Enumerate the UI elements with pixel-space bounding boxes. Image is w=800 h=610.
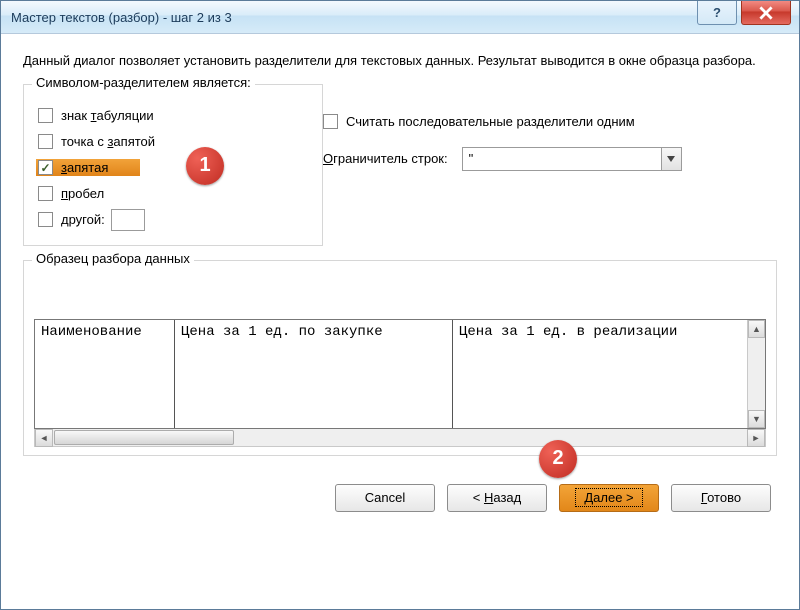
scroll-up-icon: ▲	[748, 320, 765, 338]
scroll-left-icon: ◄	[35, 429, 53, 447]
chevron-down-icon	[661, 148, 681, 170]
horizontal-scrollbar[interactable]: ◄ ►	[34, 429, 766, 447]
preview-group: Образец разбора данных Наименование Цена…	[23, 260, 777, 456]
dialog-window: Мастер текстов (разбор) - шаг 2 из 3 ? Д…	[0, 0, 800, 610]
preview-col-2: Цена за 1 ед. по закупке	[175, 320, 453, 428]
consecutive-label: Считать последовательные разделители одн…	[346, 114, 635, 129]
title-bar: Мастер текстов (разбор) - шаг 2 из 3 ?	[1, 1, 799, 34]
delimiters-area: Символом-разделителем является: знак таб…	[23, 84, 777, 260]
vertical-scrollbar[interactable]: ▲ ▼	[747, 320, 765, 428]
qualifier-value: "	[469, 151, 474, 166]
back-button[interactable]: < Назад	[447, 484, 547, 512]
highlight-selection: запятая	[36, 159, 140, 176]
qualifier-row: Ограничитель строк: "	[323, 147, 777, 171]
delimiter-comma-label: запятая	[61, 160, 108, 175]
delimiter-other-label: другой:	[61, 212, 105, 227]
checkbox-icon	[38, 134, 53, 149]
preview-col-3: Цена за 1 ед. в реализации	[453, 320, 765, 428]
delimiter-space-row[interactable]: пробел	[34, 181, 312, 207]
checkbox-icon	[38, 212, 53, 227]
scroll-down-icon: ▼	[748, 410, 765, 428]
delimiter-other-input[interactable]	[111, 209, 145, 231]
delimiter-tab-row[interactable]: знак табуляции	[34, 103, 312, 129]
delimiter-comma-row[interactable]: запятая	[34, 155, 312, 181]
checkbox-icon	[323, 114, 338, 129]
qualifier-label: Ограничитель строк:	[323, 151, 448, 166]
dialog-content: Данный диалог позволяет установить разде…	[1, 34, 799, 526]
delimiter-space-label: пробел	[61, 186, 104, 201]
help-button[interactable]: ?	[697, 1, 737, 25]
delimiter-tab-label: знак табуляции	[61, 108, 154, 123]
cancel-label: Cancel	[365, 490, 405, 505]
back-label: < Назад	[473, 490, 521, 505]
next-button[interactable]: Далее >	[559, 484, 659, 512]
finish-button[interactable]: Готово	[671, 484, 771, 512]
annotation-marker-2: 2	[539, 440, 577, 478]
close-icon	[759, 6, 773, 20]
delimiter-group-title: Символом-разделителем является:	[32, 75, 255, 90]
consecutive-row[interactable]: Считать последовательные разделители одн…	[323, 114, 777, 129]
preview-pane: Наименование Цена за 1 ед. по закупке Це…	[34, 319, 766, 429]
delimiter-options-right: Считать последовательные разделители одн…	[323, 84, 777, 189]
preview-columns: Наименование Цена за 1 ед. по закупке Це…	[35, 320, 765, 428]
checkbox-icon	[38, 108, 53, 123]
qualifier-combo[interactable]: "	[462, 147, 682, 171]
scroll-right-icon: ►	[747, 429, 765, 447]
delimiter-other-row[interactable]: другой:	[34, 207, 312, 233]
checkbox-icon	[38, 186, 53, 201]
button-bar: 2 Cancel < Назад Далее > Готово	[23, 484, 777, 512]
delimiter-semicolon-row[interactable]: точка с запятой	[34, 129, 312, 155]
preview-col-1: Наименование	[35, 320, 175, 428]
delimiter-group: Символом-разделителем является: знак таб…	[23, 84, 323, 246]
description-text: Данный диалог позволяет установить разде…	[23, 52, 777, 70]
finish-label: Готово	[701, 490, 741, 505]
preview-title: Образец разбора данных	[32, 251, 194, 266]
annotation-marker-1: 1	[186, 147, 224, 185]
close-button[interactable]	[741, 1, 791, 25]
title-buttons: ?	[697, 1, 799, 33]
window-title: Мастер текстов (разбор) - шаг 2 из 3	[11, 10, 697, 25]
scroll-thumb[interactable]	[54, 430, 234, 445]
delimiter-semicolon-label: точка с запятой	[61, 134, 155, 149]
next-label: Далее >	[575, 488, 642, 507]
checkbox-icon	[38, 160, 53, 175]
cancel-button[interactable]: Cancel	[335, 484, 435, 512]
